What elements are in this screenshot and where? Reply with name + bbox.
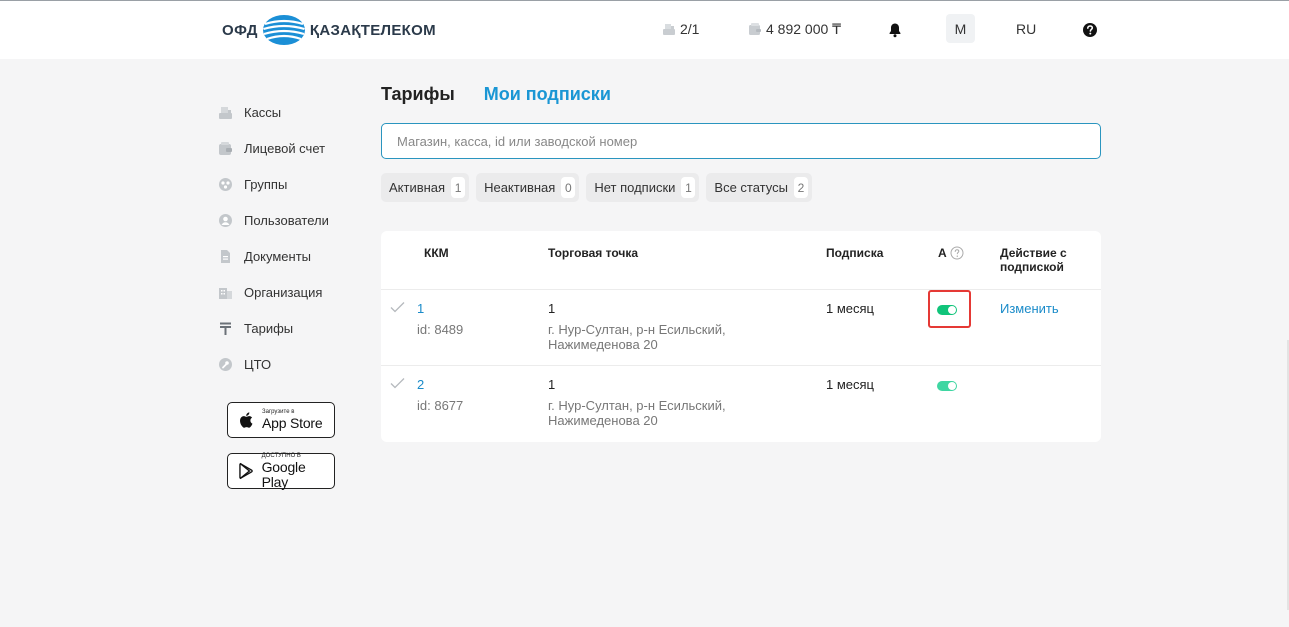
notifications-button[interactable]: [887, 20, 903, 40]
kkm-id: id: 8677: [417, 398, 464, 413]
google-play-big-text: Google Play: [261, 458, 306, 490]
sidebar-item-tariffs[interactable]: Тарифы: [218, 310, 358, 346]
tenge-icon: [218, 321, 233, 336]
sidebar-item-label: Группы: [244, 176, 288, 192]
question-circle-icon[interactable]: [950, 246, 964, 260]
column-header-kkm[interactable]: ККМ: [424, 246, 449, 260]
sidebar-item-kassy[interactable]: Кассы: [218, 94, 358, 130]
sidebar-item-groups[interactable]: Группы: [218, 166, 358, 202]
filter-count: 1: [451, 177, 466, 198]
point-name: 1: [548, 377, 556, 392]
sidebar: Кассы Лицевой счет Группы Пользователи Д…: [218, 94, 358, 382]
app-store-big-text: App Store: [262, 415, 323, 431]
table-row: 1 id: 8489 1 г. Нур-Султан, р-н Есильски…: [381, 290, 1101, 366]
building-icon: [218, 285, 233, 300]
document-icon: [218, 249, 233, 264]
filter-no-subscription[interactable]: Нет подписки 1: [586, 173, 700, 202]
point-address: г. Нур-Султан, р-н Есильский, Нажимедено…: [548, 398, 726, 428]
language-text: RU: [1016, 21, 1037, 37]
filter-label: Активная: [389, 180, 446, 195]
filter-all-statuses[interactable]: Все статусы 2: [706, 173, 812, 202]
column-header-point[interactable]: Торговая точка: [548, 246, 638, 260]
point-address: г. Нур-Султан, р-н Есильский, Нажимедено…: [548, 322, 726, 352]
app-store-button[interactable]: Загрузите в App Store: [227, 402, 335, 438]
checkmark-icon[interactable]: [390, 377, 405, 389]
bell-icon: [889, 23, 901, 38]
kkm-id: id: 8489: [417, 322, 464, 337]
user-initial: М: [954, 20, 967, 37]
subscription-period: 1 месяц: [826, 301, 874, 316]
sidebar-item-label: Документы: [244, 248, 312, 264]
logo-ofd-text: ОФД: [222, 21, 258, 39]
kkm-count-text: 2/1: [680, 21, 700, 37]
column-header-auto[interactable]: А: [938, 246, 964, 260]
language-selector[interactable]: RU: [1016, 19, 1036, 39]
globe-logo-icon: [262, 15, 305, 45]
sidebar-item-label: Пользователи: [244, 212, 329, 228]
auto-header-label: А: [938, 246, 947, 260]
tabs: Тарифы Мои подписки: [381, 84, 1101, 112]
user-avatar-button[interactable]: М: [946, 14, 975, 43]
wrench-icon: [218, 357, 233, 372]
groups-icon: [218, 177, 233, 192]
main-content: Тарифы Мои подписки Активная 1 Неактивна…: [381, 84, 1101, 442]
sidebar-item-label: Лицевой счет: [244, 140, 326, 156]
tab-tariffs[interactable]: Тарифы: [381, 84, 455, 105]
filter-active[interactable]: Активная 1: [381, 173, 470, 202]
sidebar-item-cto[interactable]: ЦТО: [218, 346, 358, 382]
sidebar-item-account[interactable]: Лицевой счет: [218, 130, 358, 166]
column-header-action[interactable]: Действие с подпиской: [1000, 246, 1090, 274]
status-filters: Активная 1 Неактивная 0 Нет подписки 1 В…: [381, 173, 819, 202]
cash-register-icon: [663, 24, 675, 35]
change-subscription-link[interactable]: Изменить: [1000, 301, 1059, 316]
help-button[interactable]: [1082, 20, 1098, 40]
sidebar-item-label: Организация: [244, 284, 323, 300]
wallet-icon: [218, 141, 233, 156]
apple-icon: [240, 412, 253, 428]
top-bar: ОФД ҚАЗАҚТЕЛЕКОМ 2/1 4 892 000 ₸ М RU: [0, 0, 1289, 59]
filter-label: Неактивная: [484, 180, 556, 195]
filter-count: 0: [561, 177, 576, 198]
kkm-number-link[interactable]: 2: [417, 377, 424, 392]
wallet-icon: [749, 23, 761, 35]
filter-count: 1: [681, 177, 696, 198]
filter-count: 2: [794, 177, 808, 198]
sidebar-item-organization[interactable]: Организация: [218, 274, 358, 310]
search-input[interactable]: [381, 123, 1101, 159]
sidebar-item-label: Кассы: [244, 104, 282, 120]
table-row: 2 id: 8677 1 г. Нур-Султан, р-н Есильски…: [381, 366, 1101, 442]
checkmark-icon[interactable]: [390, 301, 405, 313]
auto-renew-toggle[interactable]: [937, 381, 957, 391]
point-name: 1: [548, 301, 556, 316]
logo-kazakhtelecom-text: ҚАЗАҚТЕЛЕКОМ: [309, 21, 436, 39]
user-icon: [218, 213, 233, 228]
subscription-period: 1 месяц: [826, 377, 874, 392]
sidebar-item-label: ЦТО: [244, 356, 272, 372]
filter-label: Все статусы: [714, 180, 788, 195]
subscriptions-table: ККМ Торговая точка Подписка А Действие с…: [381, 231, 1101, 442]
question-circle-icon: [1083, 23, 1097, 37]
kkm-counter[interactable]: 2/1: [662, 19, 699, 39]
column-header-subscription[interactable]: Подписка: [826, 246, 883, 260]
cash-register-icon: [218, 105, 233, 120]
kkm-number-link[interactable]: 1: [417, 301, 424, 316]
filter-inactive[interactable]: Неактивная 0: [476, 173, 580, 202]
filter-label: Нет подписки: [594, 180, 676, 195]
auto-renew-toggle[interactable]: [937, 305, 957, 315]
sidebar-item-label: Тарифы: [244, 320, 294, 336]
sidebar-item-documents[interactable]: Документы: [218, 238, 358, 274]
logo[interactable]: ОФД ҚАЗАҚТЕЛЕКОМ: [222, 14, 436, 46]
google-play-icon: [239, 462, 253, 480]
tab-my-subscriptions[interactable]: Мои подписки: [484, 84, 611, 105]
sidebar-item-users[interactable]: Пользователи: [218, 202, 358, 238]
balance-display[interactable]: 4 892 000 ₸: [748, 19, 841, 39]
balance-text: 4 892 000 ₸: [766, 20, 842, 37]
google-play-button[interactable]: ДОСТУПНО В Google Play: [227, 453, 335, 489]
